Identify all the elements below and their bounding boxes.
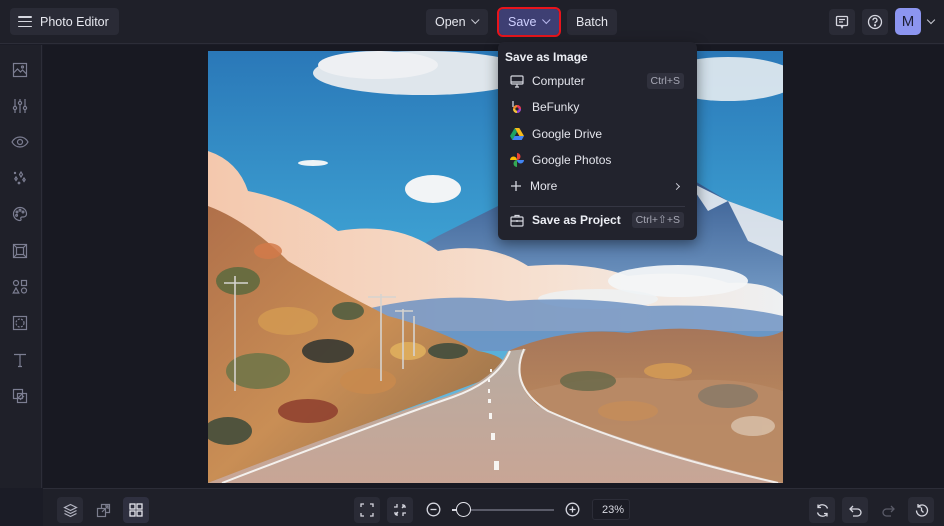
zoom-out-icon — [426, 502, 440, 516]
sidebar-item-textures[interactable] — [9, 385, 31, 407]
sidebar-item-edit[interactable] — [9, 95, 31, 117]
help-button[interactable] — [862, 9, 888, 35]
zoom-slider-handle[interactable] — [456, 502, 472, 517]
app-title: Photo Editor — [40, 14, 109, 29]
layers-button[interactable] — [57, 497, 83, 523]
history-icon — [915, 503, 928, 517]
refresh-button[interactable] — [809, 497, 835, 523]
plus-icon — [509, 179, 523, 193]
undo-button[interactable] — [842, 497, 868, 523]
sparkle-icon — [13, 170, 26, 185]
resize-button[interactable] — [90, 497, 116, 523]
chevron-right-icon — [672, 182, 681, 190]
grid-button[interactable] — [123, 497, 149, 523]
batch-button[interactable]: Batch — [567, 9, 617, 35]
menu-item-label: Google Drive — [532, 127, 603, 141]
menu-item-google-drive[interactable]: Google Drive — [498, 122, 697, 146]
top-bar: Photo Editor Open Save Batch M — [0, 0, 944, 44]
menu-item-computer[interactable]: Computer Ctrl+S — [498, 69, 697, 93]
menu-item-label: BeFunky — [532, 100, 580, 114]
sidebar-item-artsy[interactable] — [9, 203, 31, 225]
undo-icon — [848, 505, 862, 517]
menu-item-label: Google Photos — [532, 153, 612, 167]
image-icon — [12, 62, 28, 78]
zoom-percentage-input[interactable]: 23% — [592, 499, 630, 520]
fit-screen-button[interactable] — [354, 497, 380, 523]
app-menu-button[interactable]: Photo Editor — [10, 8, 119, 35]
user-avatar[interactable]: M — [895, 8, 921, 35]
overlay-icon — [12, 315, 28, 331]
briefcase-icon — [510, 213, 524, 227]
monitor-icon — [510, 74, 524, 88]
frame-icon — [12, 243, 28, 259]
sidebar-item-overlays[interactable] — [9, 312, 31, 334]
save-as-image-header: Save as Image — [505, 50, 588, 64]
chevron-down-icon — [470, 15, 480, 25]
feedback-icon — [835, 15, 849, 29]
resize-icon — [96, 503, 110, 517]
menu-item-label: Save as Project — [532, 213, 621, 227]
feedback-button[interactable] — [829, 9, 855, 35]
open-button[interactable]: Open — [426, 9, 488, 35]
redo-button[interactable] — [875, 497, 901, 523]
text-icon — [14, 353, 26, 368]
help-icon — [867, 14, 883, 30]
layers-icon — [62, 503, 78, 517]
save-button[interactable]: Save — [497, 7, 561, 37]
sidebar-item-image-manager[interactable] — [9, 59, 31, 81]
palette-icon — [12, 206, 28, 222]
account-chevron-icon[interactable] — [926, 15, 936, 25]
menu-item-befunky[interactable]: BeFunky — [498, 95, 697, 119]
sidebar-item-text[interactable] — [9, 349, 31, 371]
grid-icon — [129, 503, 143, 517]
befunky-icon — [510, 100, 524, 114]
menu-divider — [510, 206, 685, 207]
chevron-down-icon — [541, 15, 551, 25]
zoom-slider-track[interactable] — [471, 509, 554, 511]
zoom-in-button[interactable] — [563, 500, 581, 518]
actual-size-button[interactable] — [387, 497, 413, 523]
open-label: Open — [435, 15, 466, 29]
menu-item-label: Computer — [532, 74, 585, 88]
sidebar-item-touch-up[interactable] — [9, 131, 31, 153]
google-photos-icon — [510, 153, 524, 167]
zoom-out-button[interactable] — [424, 500, 442, 518]
sliders-icon — [12, 99, 28, 113]
batch-label: Batch — [576, 15, 608, 29]
redo-icon — [881, 505, 895, 517]
save-label: Save — [508, 15, 537, 29]
shortcut-badge: Ctrl+S — [646, 73, 684, 89]
refresh-icon — [816, 503, 828, 517]
sidebar-item-effects[interactable] — [9, 167, 31, 189]
texture-icon — [12, 388, 28, 404]
hamburger-icon — [18, 16, 32, 27]
google-drive-icon — [510, 127, 524, 141]
sidebar-item-frames[interactable] — [9, 240, 31, 262]
shortcut-badge: Ctrl+⇧+S — [631, 212, 684, 228]
history-button[interactable] — [908, 497, 934, 523]
expand-icon — [360, 503, 374, 517]
menu-item-google-photos[interactable]: Google Photos — [498, 148, 697, 172]
zoom-in-icon — [565, 502, 579, 516]
eye-icon — [11, 136, 29, 148]
menu-item-more[interactable]: More — [498, 174, 697, 198]
sidebar-item-graphics[interactable] — [9, 276, 31, 298]
avatar-initial: M — [901, 13, 915, 30]
menu-item-save-as-project[interactable]: Save as Project Ctrl+⇧+S — [498, 208, 697, 232]
menu-item-label: More — [530, 179, 558, 193]
collapse-icon — [394, 504, 406, 516]
shapes-icon — [12, 279, 28, 294]
save-dropdown-menu: Save as Image Computer Ctrl+S BeFunky Go… — [498, 42, 697, 240]
left-sidebar — [0, 45, 42, 488]
